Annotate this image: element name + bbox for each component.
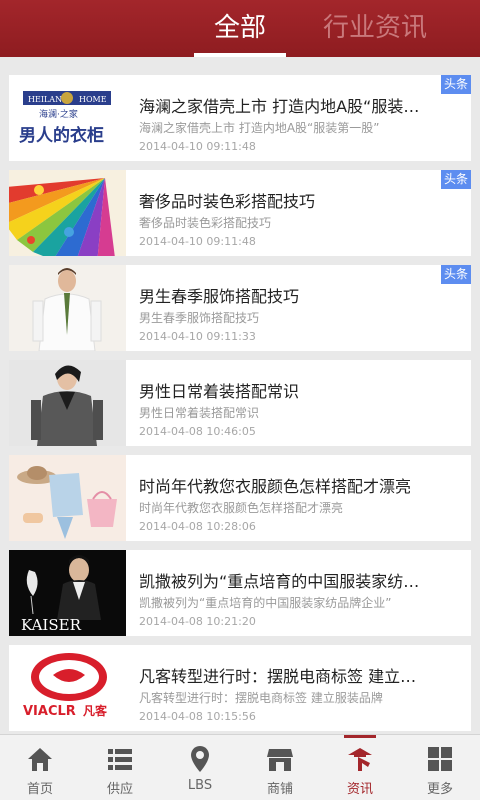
article-thumbnail — [9, 265, 126, 351]
article-timestamp: 2014-04-10 09:11:48 — [139, 235, 256, 248]
svg-text:HOME: HOME — [79, 95, 107, 104]
store-icon — [267, 749, 293, 771]
article-timestamp: 2014-04-08 10:21:20 — [139, 615, 256, 628]
headline-badge: 头条 — [441, 75, 471, 94]
grid-icon — [428, 747, 452, 771]
nav-more[interactable]: 更多 — [400, 735, 480, 800]
nav-lbs-label: LBS — [187, 778, 213, 793]
article-summary: 奢侈品时装色彩搭配技巧 — [139, 216, 272, 230]
article-summary: 男性日常着装搭配常识 — [139, 406, 260, 420]
article-summary: 海澜之家借壳上市 打造内地A股“服装第一股” — [139, 121, 380, 135]
nav-store[interactable]: 商铺 — [240, 735, 320, 800]
article-timestamp: 2014-04-08 10:46:05 — [139, 425, 256, 438]
headline-badge: 头条 — [441, 170, 471, 189]
news-icon — [348, 748, 372, 771]
article-summary: 凡客转型进行时：摆脱电商标签 建立服装品牌 — [139, 691, 383, 705]
article-thumbnail — [9, 170, 126, 256]
nav-home-label: 首页 — [26, 782, 53, 797]
nav-supply[interactable]: 供应 — [80, 735, 160, 800]
bottom-nav: 首页 供应 LBS 商铺 资讯 更多 — [0, 734, 480, 800]
home-icon — [28, 748, 52, 771]
location-pin-icon — [191, 746, 209, 772]
article-item-heilan[interactable]: HEILAN HOME 海澜·之家 男人的衣柜 海澜之家借壳上市 打造内地A股“… — [9, 75, 471, 161]
article-thumbnail: HEILAN HOME 海澜·之家 男人的衣柜 — [9, 75, 126, 161]
nav-lbs[interactable]: LBS — [160, 735, 240, 800]
article-thumbnail — [9, 455, 126, 541]
headline-badge: 头条 — [441, 265, 471, 284]
article-timestamp: 2014-04-10 09:11:33 — [139, 330, 256, 343]
nav-home[interactable]: 首页 — [0, 735, 80, 800]
article-title: 男性日常着装搭配常识 — [139, 382, 300, 401]
article-item-color-matching[interactable]: 时尚年代教您衣服颜色怎样搭配才漂亮 时尚年代教您衣服颜色怎样搭配才漂亮 2014… — [9, 455, 471, 541]
article-thumbnail: VIACLR 凡客 — [9, 645, 126, 731]
article-item-color-tips[interactable]: 奢侈品时装色彩搭配技巧 奢侈品时装色彩搭配技巧 2014-04-10 09:11… — [9, 170, 471, 256]
article-title: 奢侈品时装色彩搭配技巧 — [139, 192, 316, 211]
tab-all-label: 全部 — [213, 13, 266, 43]
article-thumbnail: KAISER — [9, 550, 126, 636]
nav-more-label: 更多 — [426, 782, 453, 797]
svg-text:KAISER: KAISER — [21, 616, 82, 634]
article-title: 时尚年代教您衣服颜色怎样搭配才漂亮 — [139, 477, 412, 496]
nav-news-label: 资讯 — [346, 782, 373, 797]
tab-industry-news[interactable]: 行业资讯 — [312, 0, 438, 57]
svg-text:男人的衣柜: 男人的衣柜 — [19, 125, 104, 146]
nav-store-label: 商铺 — [266, 782, 293, 797]
article-timestamp: 2014-04-08 10:28:06 — [139, 520, 256, 533]
article-item-daily-wear[interactable]: 男性日常着装搭配常识 男性日常着装搭配常识 2014-04-08 10:46:0… — [9, 360, 471, 446]
article-summary: 男生春季服饰搭配技巧 — [139, 311, 260, 325]
nav-supply-label: 供应 — [106, 782, 133, 797]
article-title: 海澜之家借壳上市 打造内地A股“服装第一股” — [139, 97, 424, 116]
article-title: 男生春季服饰搭配技巧 — [139, 287, 300, 306]
svg-text:海澜·之家: 海澜·之家 — [39, 108, 78, 120]
article-summary: 时尚年代教您衣服颜色怎样搭配才漂亮 — [139, 501, 344, 515]
tab-all[interactable]: 全部 — [186, 0, 294, 57]
article-item-vancl[interactable]: VIACLR 凡客 凡客转型进行时：摆脱电商标签 建立服装品牌 凡客转型进行时：… — [9, 645, 471, 731]
tab-industry-news-label: 行业资讯 — [322, 13, 427, 43]
svg-text:HEILAN: HEILAN — [28, 95, 62, 104]
article-thumbnail — [9, 360, 126, 446]
article-item-spring-outfit[interactable]: 男生春季服饰搭配技巧 男生春季服饰搭配技巧 2014-04-10 09:11:3… — [9, 265, 471, 351]
article-timestamp: 2014-04-08 10:15:56 — [139, 710, 256, 723]
article-list[interactable]: HEILAN HOME 海澜·之家 男人的衣柜 海澜之家借壳上市 打造内地A股“… — [0, 57, 480, 734]
nav-active-indicator — [344, 735, 376, 738]
article-summary: 凯撒被列为“重点培育的中国服装家纺品牌企业” — [139, 596, 392, 610]
nav-news[interactable]: 资讯 — [320, 735, 400, 800]
article-title: 凡客转型进行时：摆脱电商标签 建立服装品牌 — [139, 667, 424, 686]
article-title: 凯撒被列为“重点培育的中国服装家纺品牌企业” — [139, 572, 424, 591]
top-tab-bar: 全部 行业资讯 — [0, 0, 480, 57]
article-timestamp: 2014-04-10 09:11:48 — [139, 140, 256, 153]
article-item-kaiser[interactable]: KAISER 凯撒被列为“重点培育的中国服装家纺品牌企业” 凯撒被列为“重点培育… — [9, 550, 471, 636]
list-icon — [108, 749, 132, 770]
svg-text:凡客: 凡客 — [83, 703, 108, 718]
svg-text:VIACLR: VIACLR — [23, 704, 76, 719]
